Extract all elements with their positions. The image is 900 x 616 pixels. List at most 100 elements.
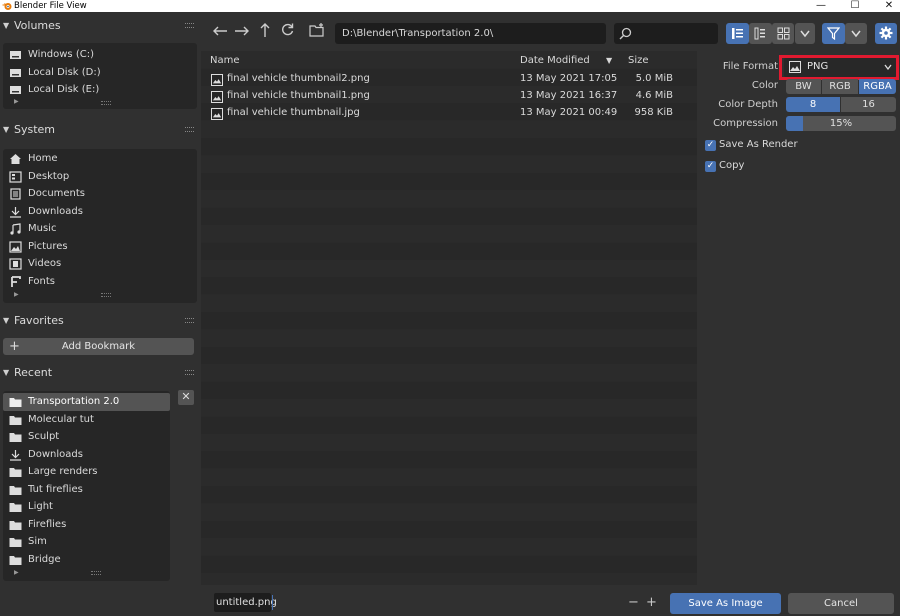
resize-grip-icon[interactable] bbox=[101, 293, 111, 297]
picture-icon bbox=[9, 240, 22, 253]
save-as-render-label: Save As Render bbox=[719, 139, 798, 150]
chevron-down-icon bbox=[800, 30, 810, 38]
recent-item[interactable]: Sculpt bbox=[3, 428, 170, 446]
file-row[interactable]: final vehicle thumbnail1.png 13 May 2021… bbox=[211, 89, 681, 105]
add-bookmark-button[interactable]: + Add Bookmark bbox=[3, 338, 194, 355]
color-depth-label: Color Depth bbox=[718, 99, 778, 110]
volume-item-c[interactable]: Windows (C:) bbox=[3, 46, 197, 64]
color-rgb-option[interactable]: RGB bbox=[822, 79, 858, 94]
display-settings-dropdown[interactable] bbox=[795, 23, 815, 44]
vertical-list-view-button[interactable] bbox=[726, 23, 749, 44]
home-icon bbox=[10, 154, 21, 164]
recent-list: Transportation 2.0 Molecular tut Sculpt … bbox=[3, 391, 170, 581]
system-list: Home Desktop Documents Downloads Music P… bbox=[3, 149, 197, 303]
folder-icon bbox=[9, 555, 22, 565]
recent-item[interactable]: Tut fireflies bbox=[3, 481, 170, 499]
color-bw-option[interactable]: BW bbox=[786, 79, 821, 94]
sort-descending-icon[interactable]: ▼ bbox=[606, 56, 612, 65]
chevron-down-icon bbox=[851, 30, 861, 38]
save-as-render-checkbox[interactable]: ✓ bbox=[705, 140, 716, 151]
column-header-size[interactable]: Size bbox=[628, 55, 649, 66]
increment-filename-button[interactable]: + bbox=[646, 593, 657, 612]
folder-icon bbox=[9, 398, 22, 407]
search-input[interactable] bbox=[614, 23, 718, 44]
recent-item[interactable]: Sim bbox=[3, 533, 170, 551]
refresh-button[interactable] bbox=[277, 22, 297, 44]
folder-icon bbox=[9, 485, 22, 495]
expand-arrow-icon[interactable]: ▶ bbox=[14, 569, 19, 576]
window-title-bar: Blender File View — ☐ ✕ bbox=[0, 0, 900, 12]
recent-header[interactable]: ▼ Recent bbox=[0, 361, 200, 385]
recent-item[interactable]: Bridge bbox=[3, 551, 170, 569]
compression-slider[interactable]: 15% bbox=[786, 116, 896, 131]
volume-item-d[interactable]: Local Disk (D:) bbox=[3, 64, 197, 82]
recent-item[interactable]: Downloads bbox=[3, 446, 170, 464]
column-header-date[interactable]: Date Modified bbox=[520, 55, 590, 66]
copy-checkbox[interactable]: ✓ bbox=[705, 161, 716, 172]
volume-item-e[interactable]: Local Disk (E:) bbox=[3, 81, 197, 99]
resize-grip-icon[interactable] bbox=[101, 101, 111, 105]
color-rgba-option[interactable]: RGBA bbox=[859, 79, 896, 94]
documents-icon bbox=[10, 188, 21, 200]
save-as-image-button[interactable]: Save As Image bbox=[670, 593, 781, 614]
system-header[interactable]: ▼ System bbox=[0, 118, 200, 142]
sidebar: ▼ Volumes Windows (C:) Local Disk (D:) L… bbox=[0, 12, 200, 616]
close-button[interactable]: ✕ bbox=[878, 0, 900, 12]
folder-icon bbox=[9, 433, 22, 442]
filename-input[interactable]: untitled.png bbox=[214, 593, 277, 612]
plus-icon: + bbox=[9, 339, 20, 354]
filter-options-dropdown[interactable] bbox=[845, 23, 867, 44]
system-item-pictures[interactable]: Pictures bbox=[3, 238, 197, 256]
directory-path-input[interactable]: D:\Blender\Transportation 2.0\ bbox=[335, 23, 606, 44]
recent-item[interactable]: Light bbox=[3, 498, 170, 516]
drag-grip-icon[interactable] bbox=[185, 318, 194, 323]
maximize-button[interactable]: ☐ bbox=[844, 0, 866, 12]
settings-toggle-button[interactable] bbox=[875, 23, 897, 44]
download-arrow-icon bbox=[10, 206, 21, 218]
file-list bbox=[201, 51, 697, 585]
recent-item[interactable]: Fireflies bbox=[3, 516, 170, 534]
color-depth-8-option[interactable]: 8 bbox=[786, 97, 840, 112]
grid-view-icon bbox=[777, 27, 790, 40]
new-folder-button[interactable] bbox=[307, 22, 327, 44]
thumbnail-view-button[interactable] bbox=[772, 23, 794, 44]
system-item-music[interactable]: Music bbox=[3, 220, 197, 238]
folder-icon bbox=[9, 503, 22, 512]
volumes-header[interactable]: ▼ Volumes bbox=[0, 14, 200, 38]
back-button[interactable] bbox=[210, 22, 230, 44]
collapse-arrow-icon: ▼ bbox=[3, 316, 10, 325]
favorites-header[interactable]: ▼ Favorites bbox=[0, 309, 200, 333]
system-item-fonts[interactable]: Fonts bbox=[3, 273, 197, 291]
system-item-documents[interactable]: Documents bbox=[3, 185, 197, 203]
expand-arrow-icon[interactable]: ▶ bbox=[14, 291, 19, 298]
color-depth-16-option[interactable]: 16 bbox=[841, 97, 896, 112]
minimize-button[interactable]: — bbox=[810, 0, 832, 12]
parent-directory-button[interactable] bbox=[255, 22, 275, 44]
clear-recent-button[interactable]: ✕ bbox=[178, 390, 194, 405]
file-row[interactable]: final vehicle thumbnail.jpg 13 May 2021 … bbox=[211, 106, 681, 122]
recent-item[interactable]: Large renders bbox=[3, 463, 170, 481]
search-icon bbox=[619, 27, 632, 40]
drive-icon bbox=[10, 68, 21, 77]
system-title: System bbox=[14, 123, 56, 136]
drag-grip-icon[interactable] bbox=[185, 127, 194, 132]
drag-grip-icon[interactable] bbox=[185, 370, 194, 375]
system-item-home[interactable]: Home bbox=[3, 150, 197, 168]
system-item-videos[interactable]: Videos bbox=[3, 255, 197, 273]
system-item-downloads[interactable]: Downloads bbox=[3, 203, 197, 221]
folder-icon bbox=[9, 520, 22, 530]
filter-toggle-button[interactable] bbox=[822, 23, 845, 44]
forward-button[interactable] bbox=[232, 22, 252, 44]
recent-item[interactable]: Molecular tut bbox=[3, 411, 170, 429]
file-row[interactable]: final vehicle thumbnail2.png 13 May 2021… bbox=[211, 72, 681, 88]
cancel-button[interactable]: Cancel bbox=[788, 593, 894, 614]
drag-grip-icon[interactable] bbox=[185, 23, 194, 28]
expand-arrow-icon[interactable]: ▶ bbox=[14, 98, 19, 105]
resize-grip-icon[interactable] bbox=[91, 571, 101, 575]
horizontal-list-view-button[interactable] bbox=[749, 23, 772, 44]
system-item-desktop[interactable]: Desktop bbox=[3, 168, 197, 186]
filter-icon bbox=[827, 27, 840, 40]
column-header-name[interactable]: Name bbox=[210, 55, 240, 66]
decrement-filename-button[interactable]: − bbox=[628, 593, 639, 612]
recent-item[interactable]: Transportation 2.0 bbox=[3, 393, 170, 411]
